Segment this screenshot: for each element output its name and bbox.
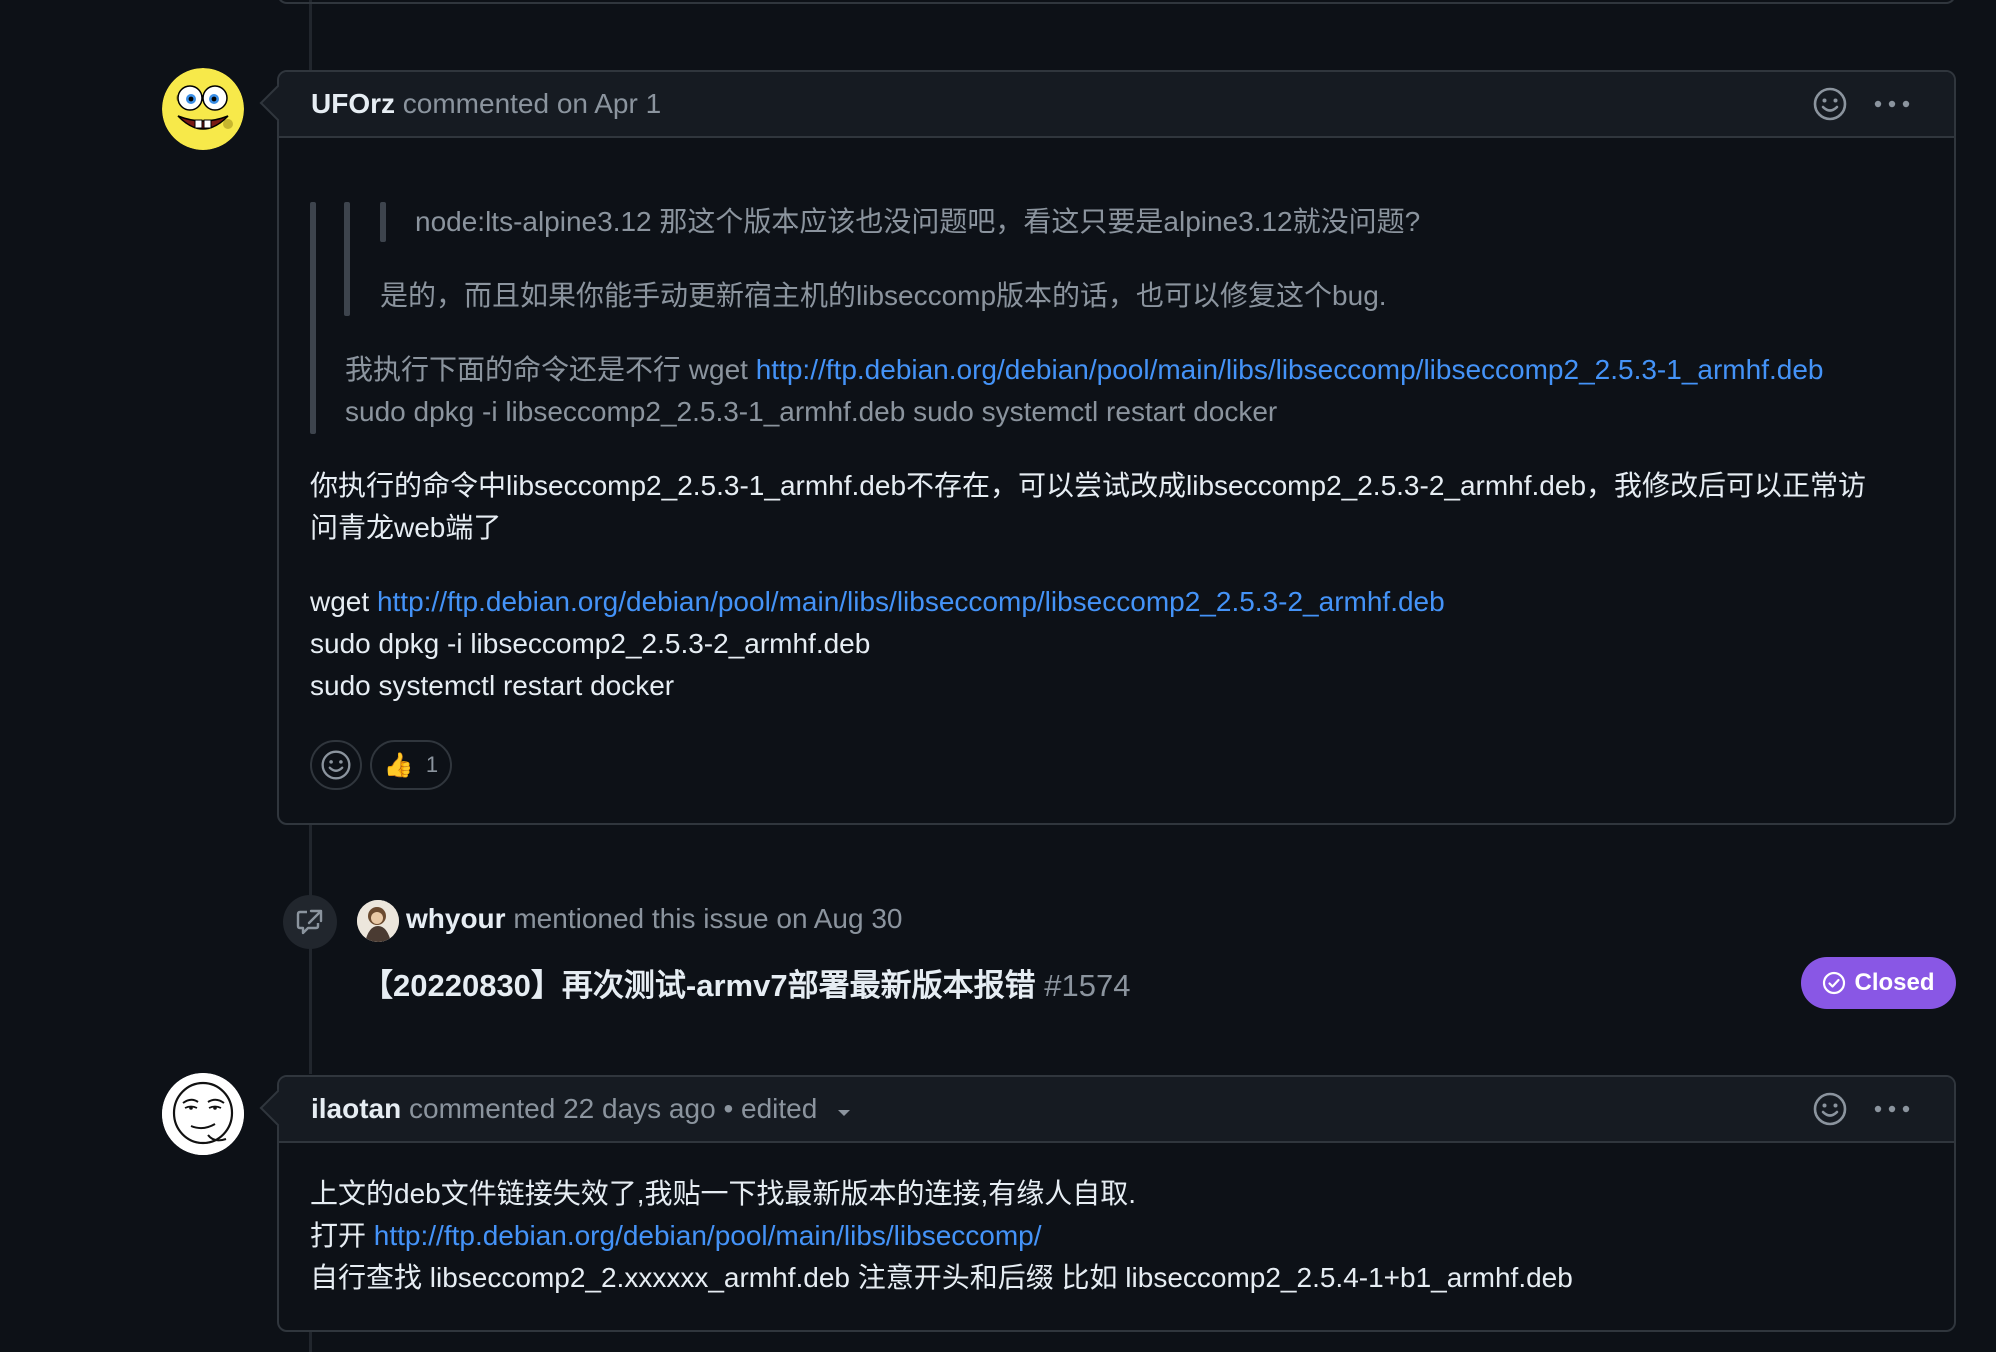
smiley-icon (321, 750, 351, 780)
previous-card-bottom (277, 0, 1956, 4)
referenced-issue-title[interactable]: 【20220830】再次测试-armv7部署最新版本报错 (362, 968, 1036, 1003)
add-reaction-button[interactable] (310, 740, 362, 790)
cross-reference-icon (296, 909, 323, 935)
avatar-ilaotan[interactable] (162, 1073, 244, 1155)
command-line3: sudo systemctl restart docker (310, 670, 675, 701)
comment-header: ilaotan commented 22 days ago • edited (279, 1077, 1954, 1143)
command-line2: sudo dpkg -i libseccomp2_2.5.3-2_armhf.d… (310, 628, 871, 659)
comment-author[interactable]: UFOrz (311, 88, 395, 119)
issue-status: Closed (1854, 969, 1935, 996)
comment-header-text: UFOrz commented on Apr 1 (311, 88, 661, 120)
comment-meta[interactable]: commented 22 days ago (409, 1093, 716, 1124)
more-options-icon[interactable] (1874, 1104, 1910, 1114)
comment-header: UFOrz commented on Apr 1 (279, 72, 1954, 138)
reply-line1: 你执行的命令中libseccomp2_2.5.3-1_armhf.deb不存在，… (310, 470, 1867, 501)
thumbs-up-icon: 👍 (383, 751, 414, 779)
mention-header: whyour mentioned this issue on Aug 30 (406, 903, 903, 935)
blockquote-bar-outer (310, 202, 316, 434)
blockquote-bar-inner (380, 202, 386, 242)
comment2-line3: 自行查找 libseccomp2_2.xxxxxx_armhf.deb 注意开头… (310, 1262, 1573, 1293)
more-options-icon[interactable] (1874, 99, 1910, 109)
quote-outer-line2: sudo dpkg -i libseccomp2_2.5.3-1_armhf.d… (345, 396, 1278, 427)
comment2-line2: 打开 http://ftp.debian.org/debian/pool/mai… (310, 1215, 1042, 1257)
quote-outer-link[interactable]: http://ftp.debian.org/debian/pool/main/l… (756, 354, 1824, 385)
quote-outer-prefix: 我执行下面的命令还是不行 wget (345, 354, 756, 385)
blockquote-bar-middle (344, 202, 350, 316)
command-link[interactable]: http://ftp.debian.org/debian/pool/main/l… (377, 586, 1445, 617)
reaction-count: 1 (425, 752, 439, 777)
quote-outer-line1: 我执行下面的命令还是不行 wget http://ftp.debian.org/… (345, 349, 1823, 391)
whyour-avatar-icon (357, 900, 399, 942)
avatar-whyour[interactable] (357, 900, 399, 942)
comment-author[interactable]: ilaotan (311, 1093, 401, 1124)
command-line1: wget http://ftp.debian.org/debian/pool/m… (310, 581, 1445, 623)
referenced-issue-number[interactable]: #1574 (1044, 968, 1130, 1003)
quote-middle-text: 是的，而且如果你能手动更新宿主机的libseccomp版本的话，也可以修复这个b… (380, 280, 1387, 311)
timeline-line-bottom (309, 1330, 312, 1352)
edited-dropdown[interactable]: • edited (723, 1093, 851, 1124)
caret-down-icon (838, 1110, 851, 1116)
referenced-issue[interactable]: 【20220830】再次测试-armv7部署最新版本报错 #1574 (362, 960, 1130, 1005)
comment-card-uforz: UFOrz commented on Apr 1 (259, 70, 1956, 825)
spongebob-avatar-icon (162, 68, 244, 150)
libseccomp-directory-link[interactable]: http://ftp.debian.org/debian/pool/main/l… (374, 1220, 1042, 1251)
comment-header-actions (1812, 86, 1910, 122)
quote-inner-text: node:lts-alpine3.12 那这个版本应该也没问题吧，看这只要是al… (415, 206, 1421, 237)
timeline-line-middle (309, 824, 312, 1074)
comment2-line2-prefix: 打开 (310, 1220, 374, 1251)
cross-reference-badge (283, 895, 337, 949)
comment2-line1: 上文的deb文件链接失效了,我贴一下找最新版本的连接,有缘人自取. (310, 1178, 1137, 1209)
comment-meta[interactable]: commented on Apr 1 (403, 88, 661, 119)
issue-closed-badge: Closed (1801, 957, 1956, 1009)
reply-line2: 问青龙web端了 (310, 512, 502, 543)
mention-meta[interactable]: mentioned this issue on Aug 30 (513, 903, 902, 934)
command-prefix: wget (310, 586, 377, 617)
add-reaction-icon[interactable] (1812, 1091, 1848, 1127)
mention-author[interactable]: whyour (406, 903, 506, 934)
avatar-uforz[interactable] (162, 68, 244, 150)
comment-header-actions (1812, 1091, 1910, 1127)
timeline-line-top (309, 0, 312, 70)
thumbs-up-reaction[interactable]: 👍 1 (370, 740, 452, 790)
meme-face-avatar-icon (162, 1073, 244, 1155)
check-circle-icon (1823, 971, 1846, 995)
comment-header-text: ilaotan commented 22 days ago • edited (311, 1093, 851, 1125)
add-reaction-icon[interactable] (1812, 86, 1848, 122)
